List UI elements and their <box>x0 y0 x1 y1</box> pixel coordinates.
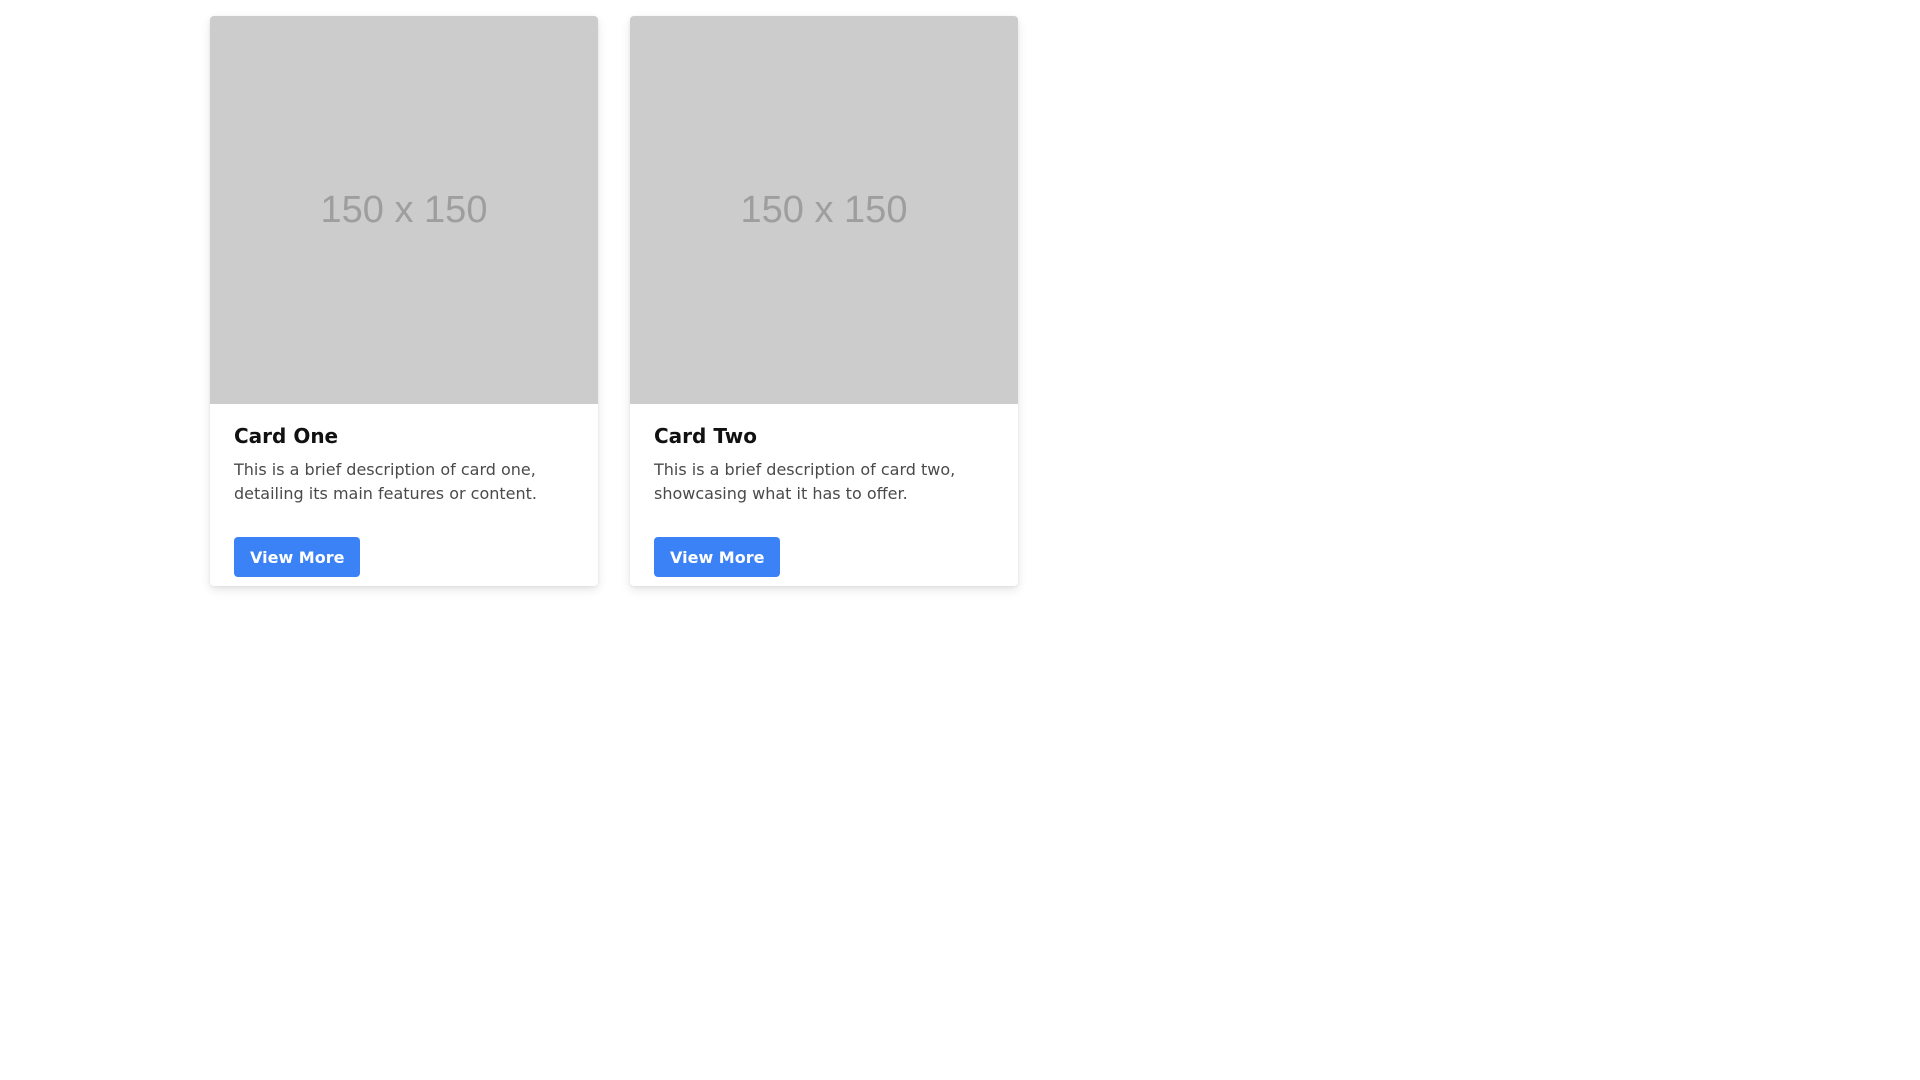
card-image-placeholder: 150 x 150 <box>630 16 1018 404</box>
card-body: Card Two This is a brief description of … <box>630 404 1018 506</box>
card-title: Card One <box>234 424 339 448</box>
card-body: Card One This is a brief description of … <box>210 404 598 506</box>
placeholder-size-text: 150 x 150 <box>320 188 488 231</box>
placeholder-size-text: 150 x 150 <box>740 188 908 231</box>
card-one: 150 x 150 Card One This is a brief descr… <box>210 16 598 586</box>
card-title: Card Two <box>654 424 757 448</box>
card-grid: 150 x 150 Card One This is a brief descr… <box>210 16 1018 586</box>
card-image-placeholder: 150 x 150 <box>210 16 598 404</box>
view-more-button[interactable]: View More <box>234 537 361 577</box>
card-description: This is a brief description of card one,… <box>234 460 537 503</box>
card-description: This is a brief description of card two,… <box>654 460 956 503</box>
view-more-button[interactable]: View More <box>654 537 781 577</box>
card-two: 150 x 150 Card Two This is a brief descr… <box>630 16 1018 586</box>
